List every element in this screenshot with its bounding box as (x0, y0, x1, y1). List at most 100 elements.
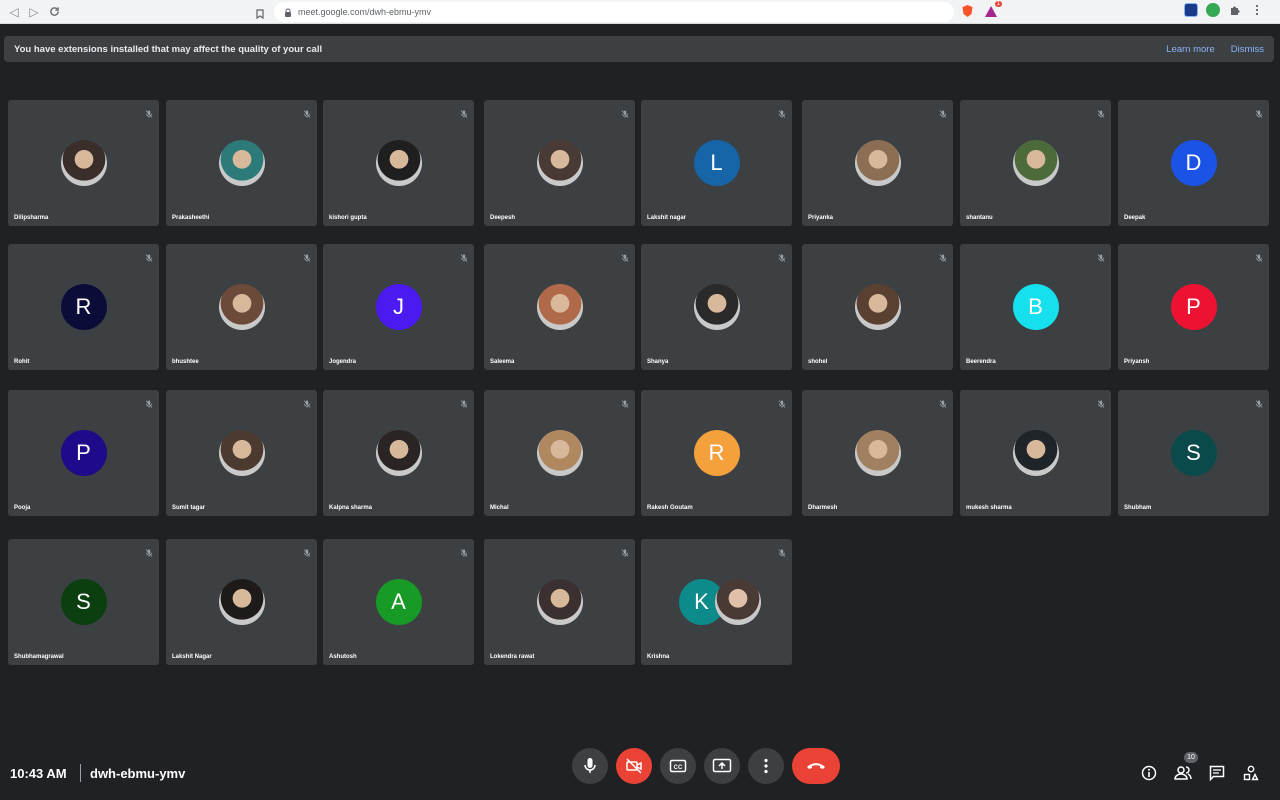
participant-tile[interactable]: L Lakshit nagar (641, 100, 792, 226)
mic-muted-icon (939, 105, 947, 118)
participant-tile[interactable]: K Krishna (641, 539, 792, 665)
avatar-photo (693, 284, 740, 330)
participant-tile[interactable]: mukesh sharma (960, 390, 1111, 516)
mic-muted-icon (1255, 105, 1263, 118)
participant-tile[interactable]: S Shubhamagrawal (8, 539, 159, 665)
divider (80, 764, 81, 782)
participant-tile[interactable]: shohel (802, 244, 953, 370)
participant-name: bhushtee (172, 359, 199, 365)
mic-muted-icon (1097, 395, 1105, 408)
mic-muted-icon (303, 105, 311, 118)
participant-tile[interactable]: shantanu (960, 100, 1111, 226)
mic-muted-icon (621, 544, 629, 557)
present-screen-button[interactable] (704, 748, 740, 784)
participant-tile[interactable]: Michal (484, 390, 635, 516)
participant-name: Deepak (1124, 215, 1146, 221)
mic-muted-icon (778, 105, 786, 118)
mic-muted-icon (621, 105, 629, 118)
avatar-group: K (678, 579, 761, 625)
participant-tile[interactable]: Sumit tagar (166, 390, 317, 516)
participant-name: Deepesh (490, 215, 516, 221)
participant-tile[interactable]: Lakshit Nagar (166, 539, 317, 665)
participant-tile[interactable]: Saleema (484, 244, 635, 370)
captions-button[interactable]: CC (660, 748, 696, 784)
participant-tile[interactable]: Shanya (641, 244, 792, 370)
participant-name: mukesh sharma (966, 505, 1012, 511)
participant-name: kishori gupta (329, 215, 367, 221)
microphone-icon (584, 758, 596, 773)
participant-tile[interactable]: Prakasheethi (166, 100, 317, 226)
avatar-photo (536, 579, 583, 625)
participant-name: Michal (490, 505, 509, 511)
participant-tile[interactable]: R Rohit (8, 244, 159, 370)
avatar-photo (218, 579, 265, 625)
participant-tile[interactable]: kishori gupta (323, 100, 474, 226)
meeting-details-button[interactable] (1140, 764, 1158, 782)
participant-name: Beerendra (966, 359, 996, 365)
avatar: S (1170, 430, 1217, 476)
more-options-button[interactable] (748, 748, 784, 784)
mic-muted-icon (621, 395, 629, 408)
activities-icon (1243, 765, 1259, 781)
participant-tile[interactable]: Deepesh (484, 100, 635, 226)
mic-muted-icon (778, 544, 786, 557)
participant-tile[interactable]: S Shubham (1118, 390, 1269, 516)
clock-time: 10:43 AM (10, 766, 67, 781)
avatar-photo (854, 430, 901, 476)
participant-tile[interactable]: Lokendra rawat (484, 539, 635, 665)
people-button[interactable] (1174, 764, 1192, 782)
participant-tile[interactable]: bhushtee (166, 244, 317, 370)
mic-muted-icon (145, 249, 153, 262)
participant-tile[interactable]: A Ashutosh (323, 539, 474, 665)
mic-muted-icon (1097, 249, 1105, 262)
participant-name: Lakshit Nagar (172, 654, 212, 660)
activities-button[interactable] (1242, 764, 1260, 782)
microphone-button[interactable] (572, 748, 608, 784)
avatar-photo (375, 430, 422, 476)
participant-grid: Dilipsharma Prakasheethi kishori gupta Deep… (0, 0, 1280, 700)
participant-tile[interactable]: Dharmesh (802, 390, 953, 516)
participant-name: Saleema (490, 359, 515, 365)
camera-off-icon (626, 758, 642, 774)
mic-muted-icon (939, 249, 947, 262)
camera-off-button[interactable] (616, 748, 652, 784)
mic-muted-icon (145, 395, 153, 408)
participant-tile[interactable]: Priyanka (802, 100, 953, 226)
captions-icon: CC (669, 759, 687, 773)
participant-name: Krishna (647, 654, 670, 660)
mic-muted-icon (460, 544, 468, 557)
avatar-photo (536, 284, 583, 330)
participant-tile[interactable]: B Beerendra (960, 244, 1111, 370)
participant-tile[interactable]: J Jogendra (323, 244, 474, 370)
avatar-photo (60, 140, 107, 186)
avatar-photo (218, 430, 265, 476)
participant-name: Dilipsharma (14, 215, 49, 221)
mic-muted-icon (460, 395, 468, 408)
participant-tile[interactable]: Kalpna sharma (323, 390, 474, 516)
participant-name: Priyanka (808, 215, 834, 221)
avatar: J (375, 284, 422, 330)
leave-call-button[interactable] (792, 748, 840, 784)
participant-name: Rohit (14, 359, 30, 365)
participant-name: Ashutosh (329, 654, 357, 660)
participant-tile[interactable]: Dilipsharma (8, 100, 159, 226)
avatar-photo (218, 284, 265, 330)
participant-tile[interactable]: P Priyansh (1118, 244, 1269, 370)
avatar: R (60, 284, 107, 330)
more-vert-icon (764, 758, 768, 774)
mic-muted-icon (778, 249, 786, 262)
avatar-photo (854, 140, 901, 186)
bottom-toolbar: 10:43 AM dwh-ebmu-ymv CC 10 (0, 740, 1280, 800)
participant-tile[interactable]: P Pooja (8, 390, 159, 516)
chat-button[interactable] (1208, 764, 1226, 782)
participant-name: shohel (808, 359, 828, 365)
participant-tile[interactable]: R Rakesh Goutam (641, 390, 792, 516)
avatar: B (1012, 284, 1059, 330)
participant-tile[interactable]: D Deepak (1118, 100, 1269, 226)
participant-name: shantanu (966, 215, 993, 221)
info-icon (1141, 765, 1157, 781)
avatar: L (693, 140, 740, 186)
avatar: P (60, 430, 107, 476)
mic-muted-icon (939, 395, 947, 408)
avatar: S (60, 579, 107, 625)
